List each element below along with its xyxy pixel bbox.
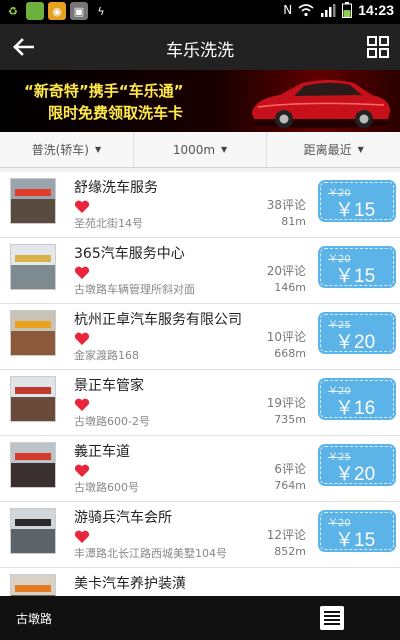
shop-name: 義正车道 (74, 444, 130, 460)
caret-down-icon: ▼ (357, 145, 364, 154)
review-count: 38评论 (266, 198, 306, 212)
shop-photo (10, 574, 56, 596)
shop-name: 游骑兵汽车会所 (74, 510, 172, 526)
shop-address: 丰潭路北长江路西城美墅104号 (74, 547, 227, 560)
review-count: 10评论 (266, 330, 306, 344)
review-count: 19评论 (266, 396, 306, 410)
discount-price: ￥20 (335, 464, 376, 485)
usb-icon: ϟ (97, 4, 105, 18)
coupon-badge[interactable]: ￥20 ￥15 (320, 182, 394, 221)
heart-icon[interactable] (74, 530, 90, 544)
shop-address: 古墩路车辆管理所斜对面 (74, 283, 195, 296)
list-menu-icon[interactable] (320, 606, 344, 630)
filter-label: 普洗(轿车) (31, 143, 89, 157)
banner-headline: “新奇特”携手“车乐通” (24, 82, 184, 100)
clock: 14:23 (358, 2, 394, 18)
app-icon (26, 2, 44, 20)
heart-icon[interactable] (74, 200, 90, 214)
caret-down-icon: ▼ (94, 145, 102, 154)
red-car-image (250, 80, 390, 128)
distance: 668m (274, 347, 306, 360)
shop-address: 古墩路600-2号 (74, 415, 150, 428)
discount-price: ￥15 (335, 266, 376, 287)
shop-name: 杭州正卓汽车服务有限公司 (74, 312, 242, 328)
filter-label: 距离最近 (303, 143, 352, 157)
distance: 81m (281, 215, 306, 228)
shop-photo (10, 178, 56, 224)
distance: 735m (274, 413, 306, 426)
review-count: 20评论 (266, 264, 306, 278)
coupon-badge[interactable]: ￥20 ￥15 (320, 512, 394, 551)
shop-address: 圣苑北街14号 (74, 217, 143, 230)
shop-list-item[interactable]: 舒缘洗车服务 圣苑北街14号 38评论 81m ￥20 ￥15 (0, 172, 400, 238)
shop-list-item[interactable]: 游骑兵汽车会所 丰潭路北长江路西城美墅104号 12评论 852m ￥20 ￥1… (0, 502, 400, 568)
shop-name: 景正车管家 (74, 378, 144, 394)
shop-photo (10, 442, 56, 488)
weibo-icon: ◉ (48, 2, 66, 20)
shop-photo (10, 508, 56, 554)
shop-address: 古墩路600号 (74, 481, 139, 494)
banner-subline: 限时免费领取洗车卡 (48, 104, 184, 122)
coupon-badge[interactable]: ￥25 ￥20 (320, 446, 394, 485)
shop-list-item[interactable]: 義正车道 古墩路600号 6评论 764m ￥25 ￥20 (0, 436, 400, 502)
shop-name: 美卡汽车养护装潢 (74, 576, 186, 592)
coupon-badge[interactable]: ￥20 ￥16 (320, 380, 394, 419)
caret-down-icon: ▼ (221, 145, 228, 154)
coupon-badge[interactable]: ￥25 ￥20 (320, 314, 394, 353)
image-icon: ▣ (70, 2, 88, 20)
shop-list-item[interactable]: 365汽车服务中心 古墩路车辆管理所斜对面 20评论 146m ￥20 ￥15 (0, 238, 400, 304)
shop-name: 舒缘洗车服务 (74, 180, 158, 196)
bottom-bar: 古墩路 (0, 596, 400, 640)
shop-list-item[interactable]: 杭州正卓汽车服务有限公司 金家渡路168 10评论 668m ￥25 ￥20 (0, 304, 400, 370)
wifi-icon (298, 4, 314, 17)
review-count: 12评论 (266, 528, 306, 542)
distance: 764m (274, 479, 306, 492)
filter-sort[interactable]: 距离最近 ▼ (267, 132, 400, 167)
discount-price: ￥20 (335, 332, 376, 353)
shop-list-item[interactable]: 美卡汽车养护装潢 (0, 568, 400, 596)
shop-address: 金家渡路168 (74, 349, 139, 362)
filter-label: 1000m (172, 142, 216, 157)
coupon-badge[interactable]: ￥20 ￥15 (320, 248, 394, 287)
shop-list-item[interactable]: 景正车管家 古墩路600-2号 19评论 735m ￥20 ￥16 (0, 370, 400, 436)
promo-banner[interactable]: “新奇特”携手“车乐通” 限时免费领取洗车卡 (0, 70, 400, 132)
recycle-icon: ♻ (8, 4, 18, 18)
current-location[interactable]: 古墩路 (16, 610, 52, 627)
heart-icon[interactable] (74, 332, 90, 346)
status-bar: ♻ ◉ ▣ ϟ N 14:23 (0, 0, 400, 24)
shop-photo (10, 376, 56, 422)
title-bar: 车乐洗洗 (0, 24, 400, 70)
filter-bar: 普洗(轿车) ▼ 1000m ▼ 距离最近 ▼ (0, 132, 400, 168)
heart-icon[interactable] (74, 464, 90, 478)
filter-car-type[interactable]: 普洗(轿车) ▼ (0, 132, 134, 167)
distance: 146m (274, 281, 306, 294)
battery-icon (342, 2, 353, 18)
signal-icon (321, 4, 336, 17)
shop-name: 365汽车服务中心 (74, 246, 185, 262)
discount-price: ￥15 (335, 200, 376, 221)
filter-radius[interactable]: 1000m ▼ (134, 132, 268, 167)
heart-icon[interactable] (74, 398, 90, 412)
heart-icon[interactable] (74, 266, 90, 280)
shop-photo (10, 310, 56, 356)
distance: 852m (274, 545, 306, 558)
discount-price: ￥15 (335, 530, 376, 551)
shop-photo (10, 244, 56, 290)
nfc-icon: N (283, 3, 293, 17)
page-title: 车乐洗洗 (166, 41, 234, 61)
shop-list[interactable]: 舒缘洗车服务 圣苑北街14号 38评论 81m ￥20 ￥15 365汽车服务中… (0, 172, 400, 596)
discount-price: ￥16 (335, 398, 376, 419)
grid-icon[interactable] (366, 35, 390, 59)
review-count: 6评论 (274, 462, 306, 476)
